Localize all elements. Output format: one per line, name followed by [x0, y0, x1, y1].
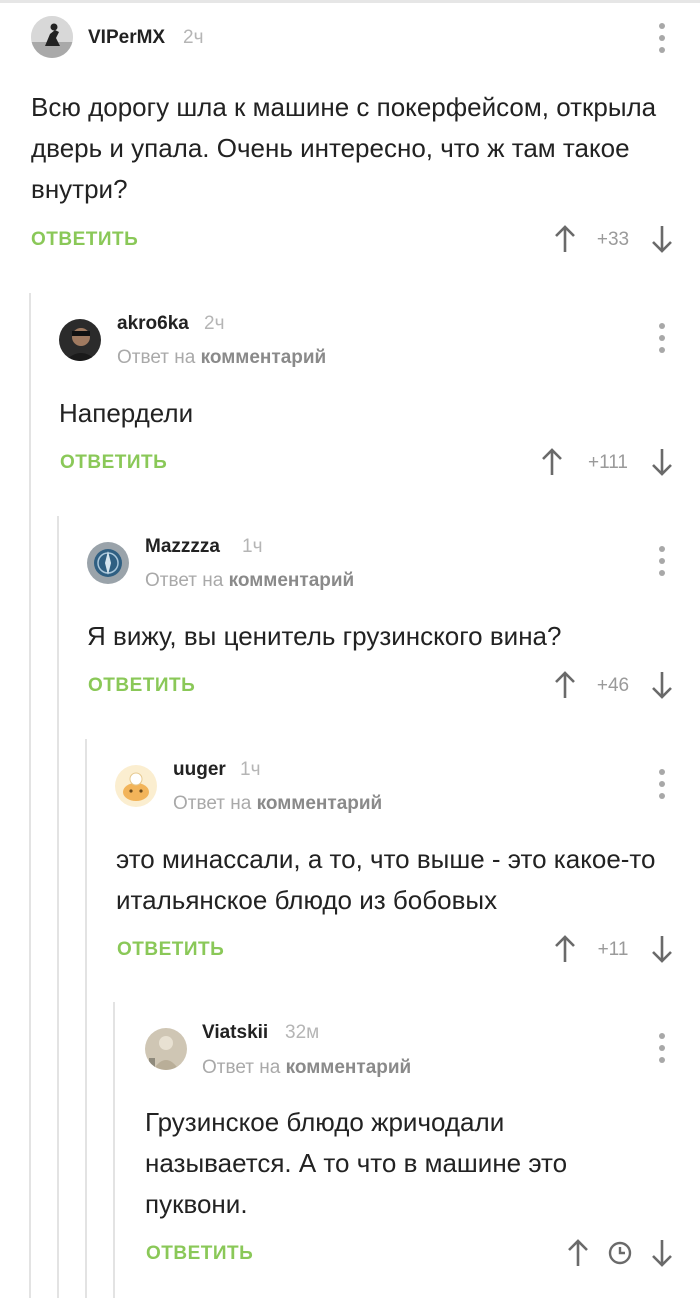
comment-text: Всю дорогу шла к машине с покерфейсом, о… [31, 92, 657, 204]
username[interactable]: VIPerMX [88, 27, 165, 49]
vote-score: +33 [596, 229, 630, 250]
comment-text: Напердели [59, 398, 194, 428]
vote-score: +11 [597, 939, 629, 960]
reply-to-target[interactable]: комментарий [257, 793, 383, 814]
downvote-arrow-icon[interactable] [650, 1238, 674, 1268]
comment-time: 32м [285, 1022, 320, 1043]
avatar-compass-icon [87, 542, 129, 584]
reply-to-prefix: Ответ на [117, 347, 196, 368]
reply-to-target[interactable]: комментарий [286, 1057, 412, 1078]
reply-to-prefix: Ответ на [173, 793, 252, 814]
avatar-cartoon-icon [115, 765, 157, 807]
comment-time: 1ч [242, 536, 263, 557]
upvote-arrow-icon[interactable] [553, 224, 577, 254]
avatar-photo-icon [59, 319, 101, 361]
upvote-arrow-icon[interactable] [553, 670, 577, 700]
avatar[interactable] [87, 542, 129, 584]
avatar[interactable] [31, 16, 73, 58]
reply-to-link[interactable]: Ответ на комментарий [117, 347, 326, 369]
comment-time: 1ч [240, 759, 261, 780]
reply-to-prefix: Ответ на [202, 1057, 281, 1078]
reply-button[interactable]: ОТВЕТИТЬ [60, 452, 167, 474]
comment-text: Я вижу, вы ценитель грузинского вина? [87, 621, 562, 651]
downvote-arrow-icon[interactable] [650, 447, 674, 477]
clock-icon [608, 1241, 632, 1265]
more-menu-icon[interactable] [652, 323, 672, 353]
thread-line-2 [57, 516, 59, 1298]
more-menu-icon[interactable] [652, 23, 672, 53]
downvote-arrow-icon[interactable] [650, 670, 674, 700]
reply-to-link[interactable]: Ответ на комментарий [202, 1057, 411, 1079]
reply-to-link[interactable]: Ответ на комментарий [173, 793, 382, 815]
upvote-arrow-icon[interactable] [566, 1238, 590, 1268]
avatar[interactable] [59, 319, 101, 361]
avatar-statue-icon [145, 1028, 187, 1070]
upvote-arrow-icon[interactable] [540, 447, 564, 477]
comment-text: это минассали, а то, что выше - это како… [116, 844, 656, 915]
upvote-arrow-icon[interactable] [553, 934, 577, 964]
thread-line-1 [29, 293, 31, 1298]
reply-to-target[interactable]: комментарий [201, 347, 327, 368]
comment-time: 2ч [204, 313, 225, 334]
thread-line-3 [85, 739, 87, 1298]
more-menu-icon[interactable] [652, 546, 672, 576]
more-menu-icon[interactable] [652, 1033, 672, 1063]
reply-to-target[interactable]: комментарий [229, 570, 355, 591]
avatar[interactable] [145, 1028, 187, 1070]
downvote-arrow-icon[interactable] [650, 934, 674, 964]
username[interactable]: uuger [173, 759, 226, 781]
comment-text: Грузинское блюдо жричодали называется. А… [145, 1107, 568, 1219]
reply-button[interactable]: ОТВЕТИТЬ [117, 939, 224, 961]
top-divider [0, 0, 700, 3]
username[interactable]: Viatskii [202, 1022, 268, 1044]
avatar[interactable] [115, 765, 157, 807]
reply-button[interactable]: ОТВЕТИТЬ [146, 1243, 253, 1265]
avatar-silhouette-icon [31, 16, 73, 58]
downvote-arrow-icon[interactable] [650, 224, 674, 254]
username[interactable]: Mazzzza [145, 536, 220, 558]
vote-score: +111 [588, 452, 628, 473]
reply-to-link[interactable]: Ответ на комментарий [145, 570, 354, 592]
reply-button[interactable]: ОТВЕТИТЬ [88, 675, 195, 697]
thread-line-4 [113, 1002, 115, 1298]
reply-button[interactable]: ОТВЕТИТЬ [31, 229, 138, 251]
comment-time: 2ч [183, 27, 204, 48]
username[interactable]: akro6ka [117, 313, 189, 335]
more-menu-icon[interactable] [652, 769, 672, 799]
vote-score: +46 [596, 675, 630, 696]
reply-to-prefix: Ответ на [145, 570, 224, 591]
